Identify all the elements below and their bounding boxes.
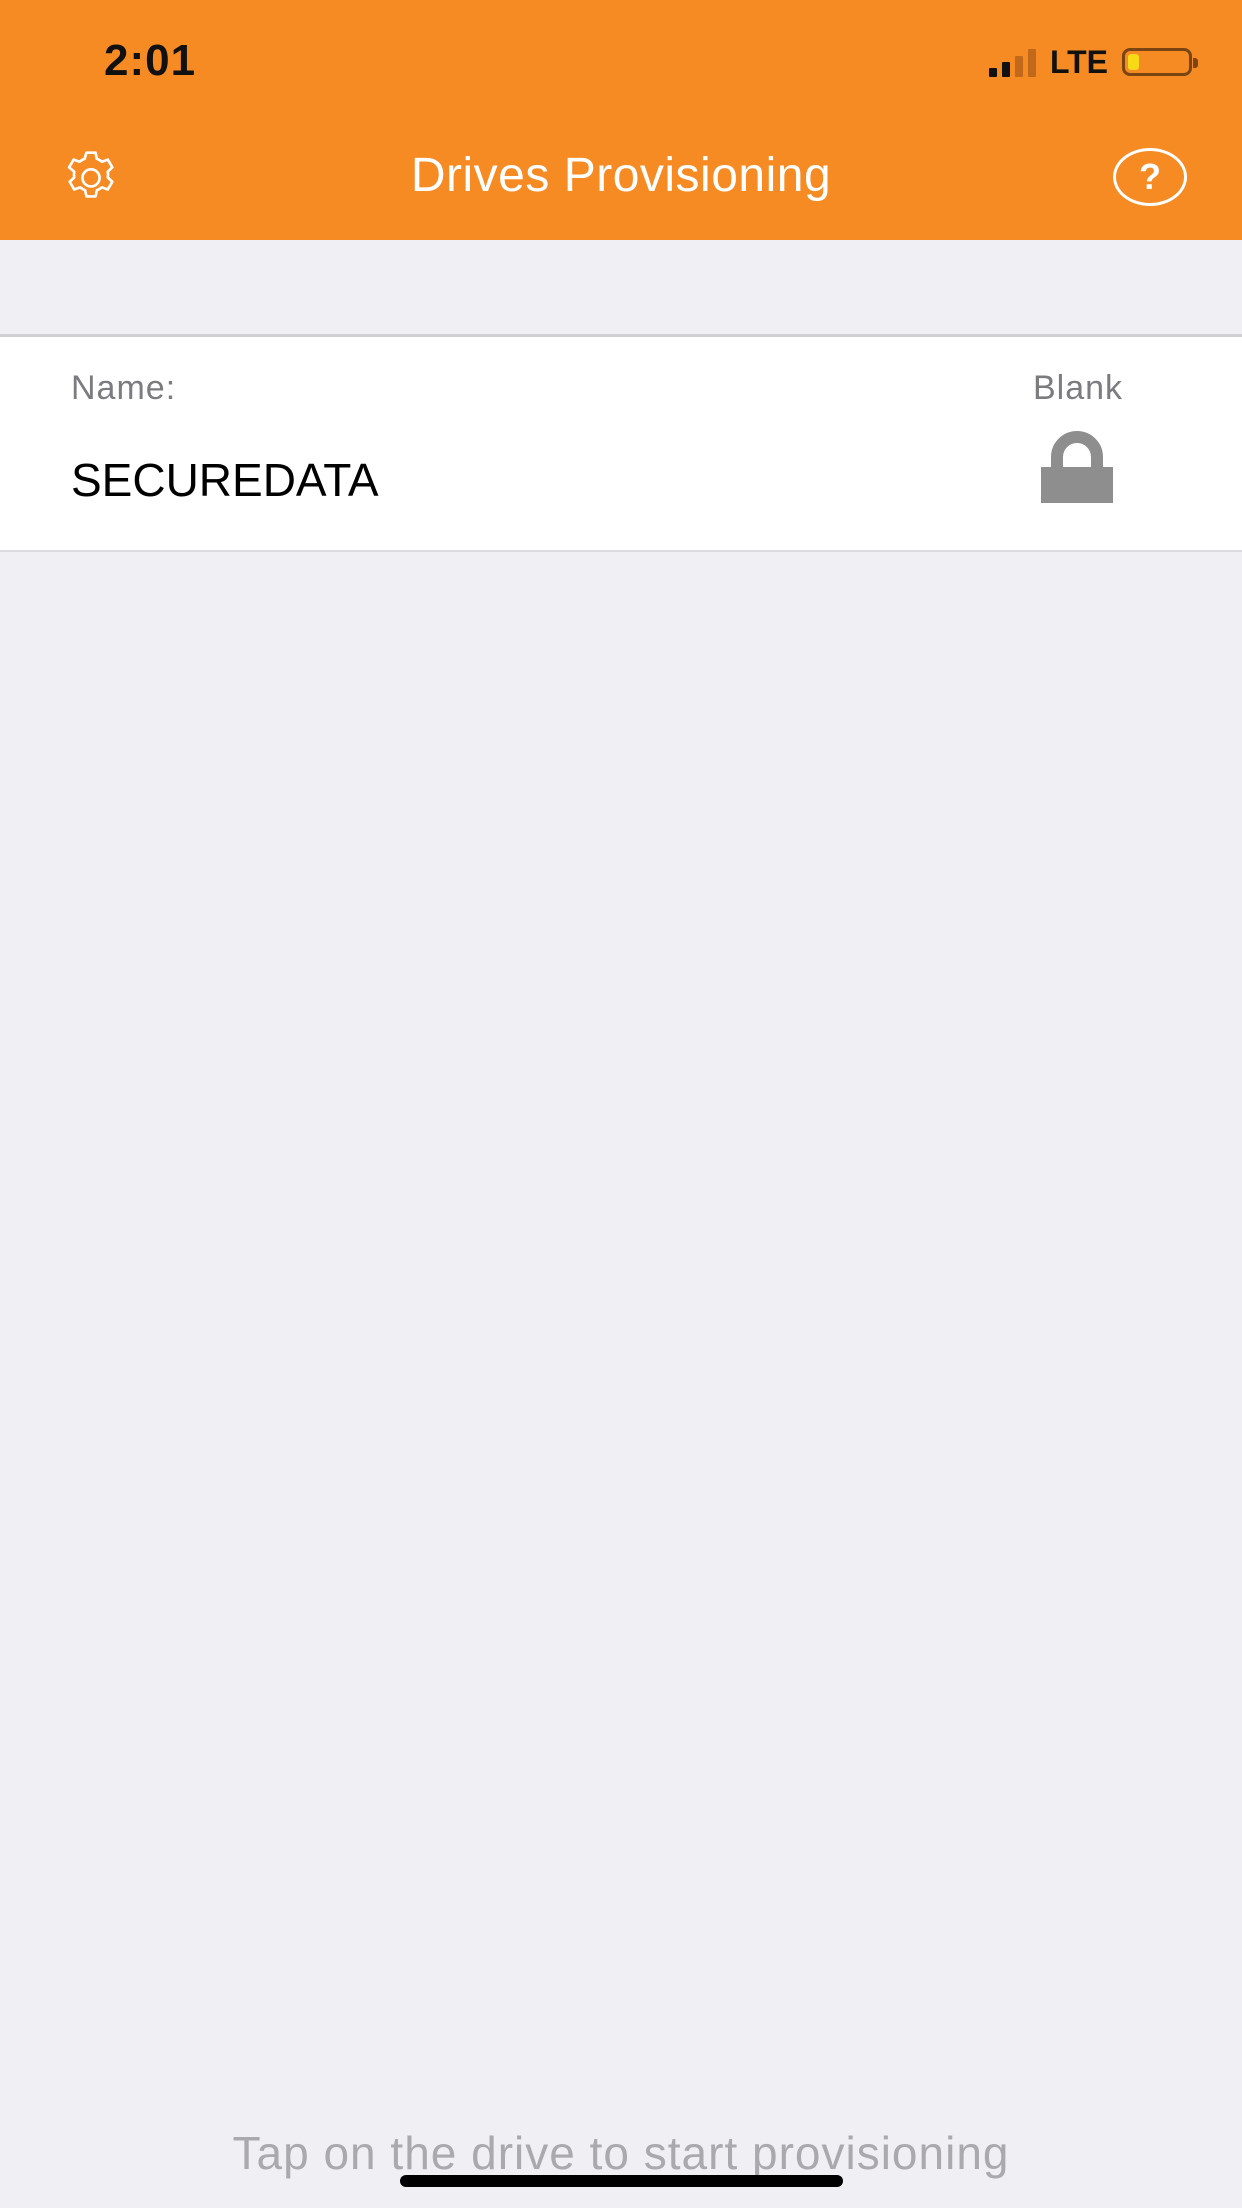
drive-status-label: Blank (1032, 369, 1124, 407)
signal-bars-icon (988, 47, 1036, 77)
drive-name-label: Name: (71, 369, 177, 407)
help-button[interactable]: ? (1113, 148, 1187, 206)
provisioning-hint: Tap on the drive to start provisioning (232, 2127, 1010, 2179)
status-time: 2:01 (104, 36, 197, 85)
help-icon: ? (1139, 156, 1161, 197)
drive-name: SECUREDATA (71, 454, 379, 506)
drives-provisioning-screen: 2:01 LTE Drives Provisioning ? Name: SEC… (0, 0, 1242, 2208)
lock-icon (1041, 431, 1113, 503)
network-type: LTE (1049, 43, 1108, 80)
battery-level (1128, 54, 1139, 70)
app-header: 2:01 LTE Drives Provisioning ? (0, 0, 1242, 240)
home-indicator[interactable] (400, 2175, 843, 2187)
drive-list-item[interactable]: Name: SECUREDATA Blank (0, 334, 1242, 552)
status-indicators: LTE (988, 43, 1198, 80)
page-title: Drives Provisioning (410, 149, 832, 202)
battery-icon (1122, 48, 1198, 76)
